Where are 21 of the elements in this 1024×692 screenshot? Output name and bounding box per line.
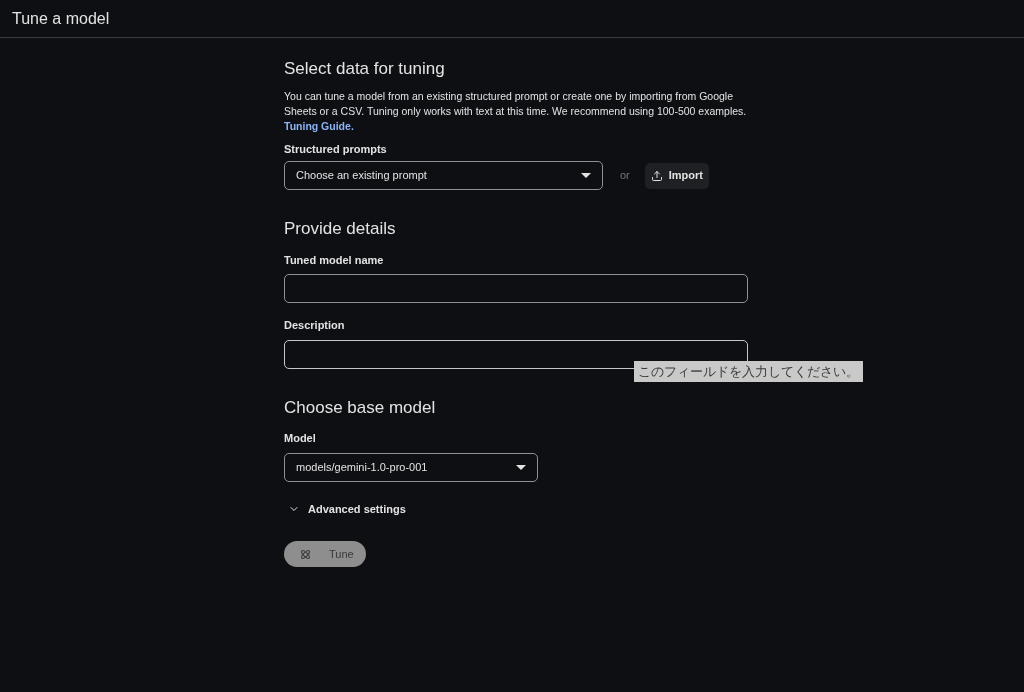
import-button[interactable]: Import — [644, 162, 709, 189]
field-label: Structured prompts — [284, 141, 388, 157]
prompt-dropdown[interactable]: Choose an existing prompt — [284, 161, 603, 190]
advanced-settings-toggle[interactable]: Advanced settings — [288, 500, 406, 517]
dropdown-caret-icon — [516, 464, 526, 470]
field-label: Model — [284, 431, 317, 446]
tuning-guide-link[interactable]: Tuning Guide. — [284, 118, 754, 134]
model-name-field[interactable] — [284, 274, 748, 303]
validation-tooltip: このフィールドを入力してください。 — [634, 360, 863, 382]
dropdown-caret-icon — [581, 173, 591, 178]
upload-icon — [650, 169, 663, 182]
model-dropdown[interactable]: models/gemini-1.0-pro-001 — [284, 452, 538, 482]
description-text: You can tune a model from an existing structured prompt or create one by importing from Google Sheets or a CSV. Tuning only works with text at this time. We recommend using 100-500 examples. — [284, 88, 748, 119]
section-heading: Select data for tuning — [284, 58, 446, 80]
tune-icon — [300, 548, 311, 560]
section-heading: Choose base model — [284, 396, 437, 419]
field-label: Description — [284, 318, 346, 333]
field-label: Tuned model name — [284, 252, 385, 268]
page-title: Tune a model — [12, 8, 110, 29]
section-heading: Provide details — [284, 218, 397, 240]
or-text: or — [620, 168, 630, 184]
